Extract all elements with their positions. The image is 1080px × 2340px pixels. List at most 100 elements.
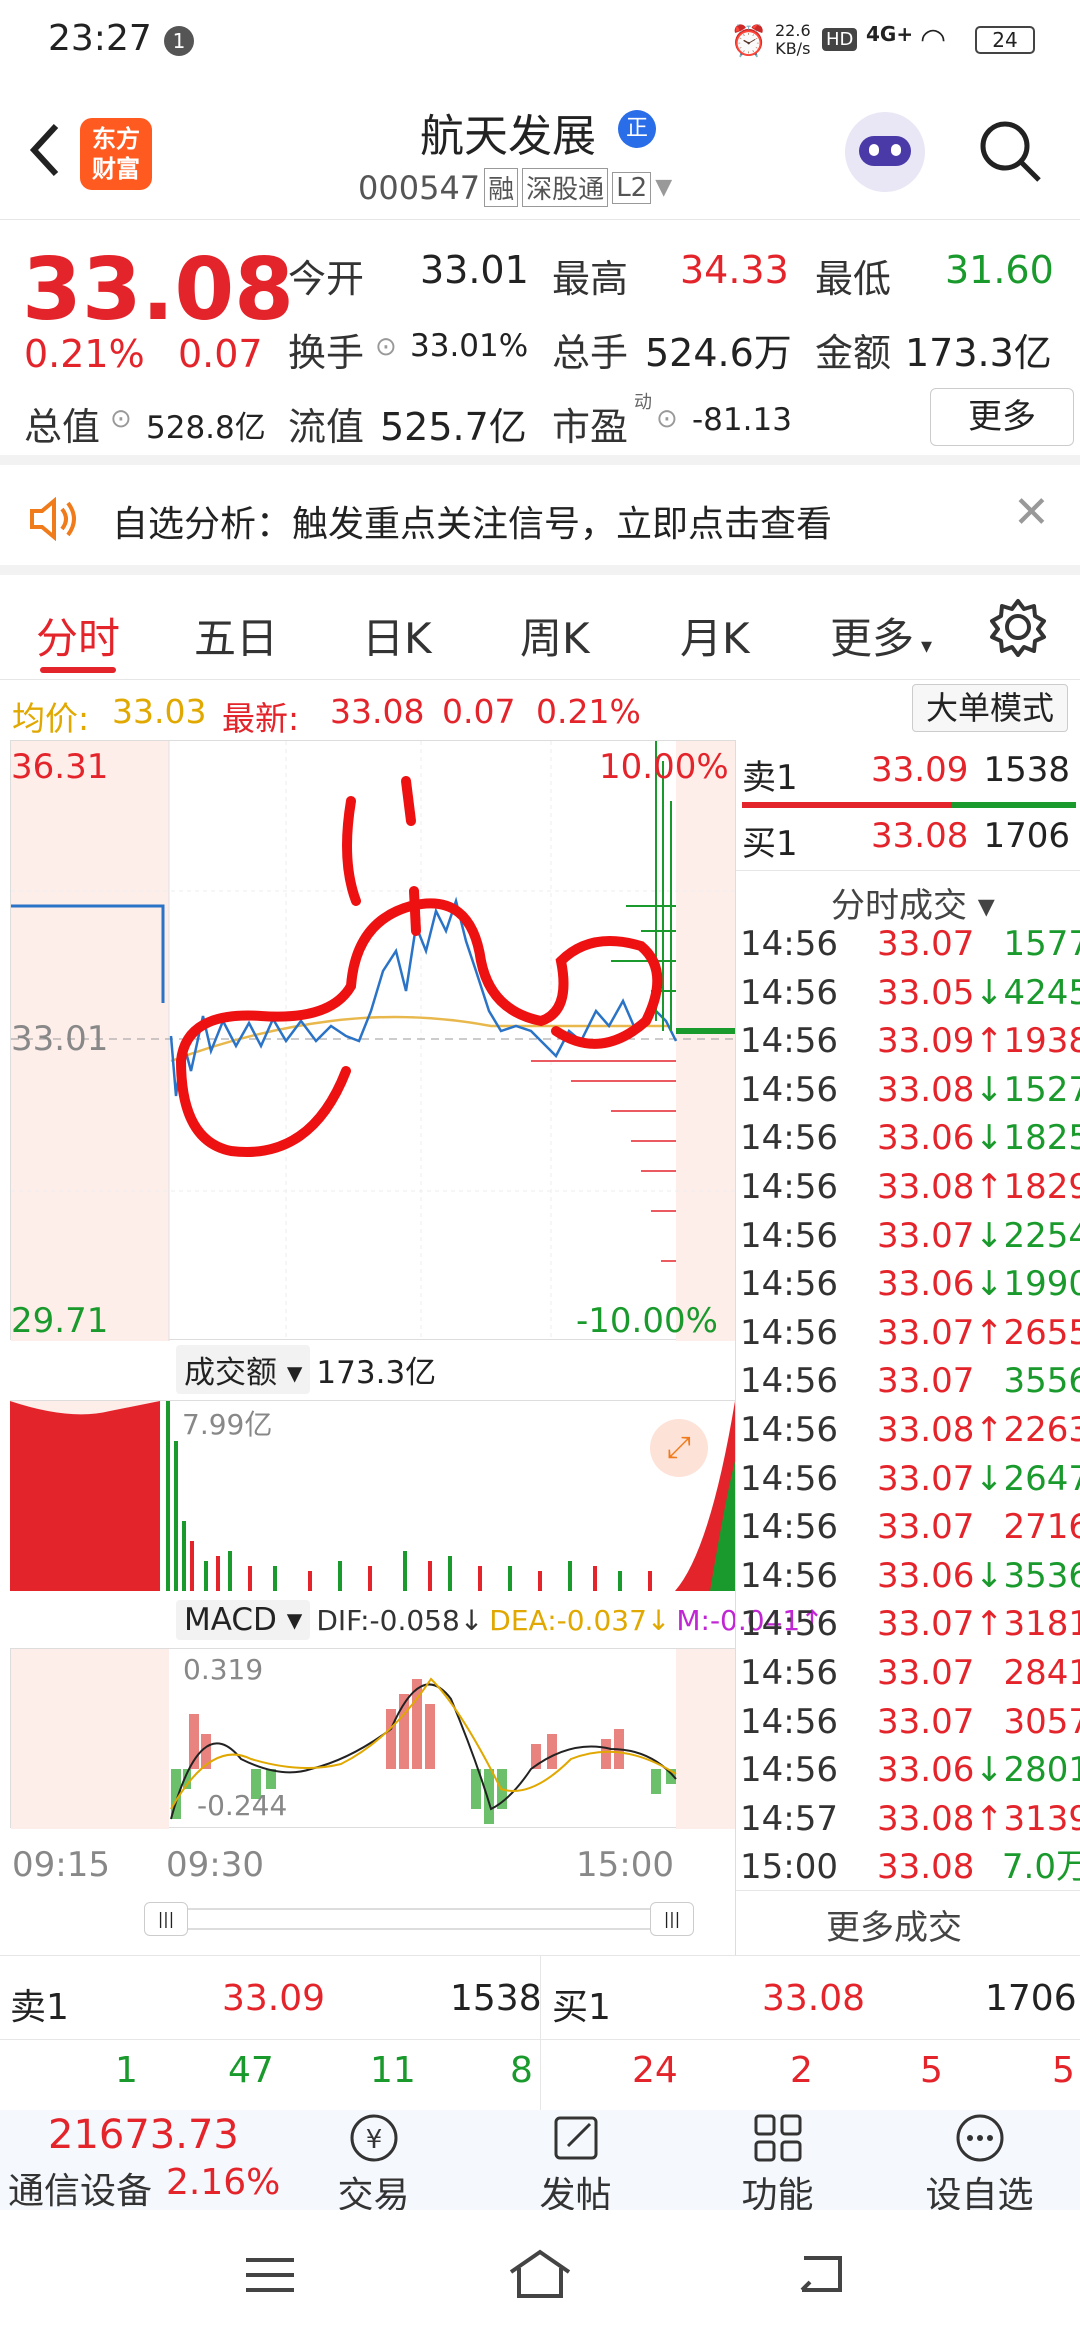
intraday-price-chart[interactable]: 36.31 10.00% 33.01 29.71 -10.00%	[10, 740, 736, 1341]
robot-assistant-icon[interactable]	[845, 112, 925, 192]
trade-row: 14:56 33.06 ↓3536	[740, 1552, 1080, 1601]
trade-volume-value: 2647	[1003, 1458, 1080, 1499]
bottom-orderbook: 卖1 33.09 1538 买1 33.08 1706	[0, 1955, 1080, 2111]
trade-row: 14:56 33.07 ↑2655	[740, 1309, 1080, 1358]
trade-row: 14:56 33.07 ↑3181	[740, 1600, 1080, 1649]
trade-time: 14:56	[740, 1507, 838, 1548]
nav-add-watchlist[interactable]: 设自选	[912, 2110, 1047, 2218]
divider	[736, 870, 1080, 871]
mcap-label: 总值	[24, 405, 101, 449]
sector-index[interactable]: 21673.73 通信设备 2.16%	[0, 2110, 285, 2212]
trade-volume: ↓2801	[975, 1746, 1080, 1795]
trade-direction: ↑	[974, 1410, 1004, 1450]
menu-icon[interactable]	[240, 2250, 300, 2300]
volume-header: 成交额 ▾ 173.3亿	[176, 1345, 436, 1394]
tab-daily[interactable]: 日K	[362, 605, 432, 666]
trade-price: 33.07	[877, 1701, 975, 1742]
tag-l2: L2	[612, 171, 652, 204]
bottom-bid-volume: 1706	[985, 1978, 1077, 2019]
app-logo[interactable]: 东方 财富	[80, 118, 152, 190]
more-trades-button[interactable]: 更多成交	[826, 1900, 962, 1949]
trade-volume: 1577	[1003, 920, 1080, 969]
trade-direction: ↑	[974, 1798, 1004, 1839]
trade-row: 14:56 33.06 ↓1990	[740, 1260, 1080, 1309]
back-icon[interactable]	[790, 2248, 850, 2298]
order-count: 5	[920, 2050, 943, 2091]
trade-price: 33.08	[877, 1847, 975, 1888]
volume-selector[interactable]: 成交额 ▾	[176, 1345, 311, 1394]
macd-selector[interactable]: MACD ▾	[176, 1600, 311, 1640]
close-icon[interactable]: ✕	[1013, 487, 1050, 538]
trade-price: 33.06	[877, 1555, 975, 1596]
bottom-ask-volume: 1538	[450, 1978, 542, 2019]
signal-icon: 4G+	[866, 22, 914, 46]
verified-badge: 正	[618, 110, 656, 148]
order-count: 47	[228, 2050, 274, 2091]
trade-time: 14:56	[740, 1410, 838, 1450]
slider-right-handle[interactable]: |||	[650, 1902, 694, 1936]
sector-name: 通信设备	[8, 2171, 153, 2212]
trade-volume: ↓1825	[975, 1114, 1080, 1163]
slider-left-handle[interactable]: |||	[144, 1902, 188, 1936]
pe-value: -81.13	[692, 402, 792, 438]
quote-panel: 33.08 0.21% 0.07 今开 33.01 最高 34.33 最低 31…	[0, 220, 1080, 465]
svg-text:¥: ¥	[365, 2125, 382, 2155]
info-icon[interactable]: ⊙	[656, 404, 678, 434]
trade-volume-value: 4245	[1003, 972, 1080, 1013]
trade-row: 14:56 33.06 ↓2801	[740, 1746, 1080, 1795]
trade-volume-value: 3181	[1003, 1604, 1080, 1645]
volume-value: 524.6万	[645, 331, 792, 375]
low-value: 31.60	[945, 248, 1054, 292]
volume-total: 173.3亿	[316, 1355, 437, 1391]
tab-more[interactable]: 更多 ▾	[830, 605, 932, 666]
expand-icon[interactable]: ⤢	[650, 1419, 708, 1477]
more-button[interactable]: 更多	[930, 388, 1074, 446]
back-arrow-icon[interactable]	[24, 120, 64, 180]
stock-code-row[interactable]: 000547 融 深股通 L2 ▼	[358, 168, 672, 207]
home-icon[interactable]	[505, 2246, 575, 2302]
trade-row: 14:56 33.07 2841	[740, 1649, 1080, 1698]
nav-function[interactable]: 功能	[710, 2110, 845, 2218]
last-value: 33.08	[330, 692, 425, 731]
info-icon[interactable]: ⊙	[110, 404, 132, 434]
trade-row: 14:56 33.08 ↓1527	[740, 1066, 1080, 1115]
trade-volume: ↓4245	[975, 969, 1080, 1018]
amount-value: 173.3亿	[905, 331, 1052, 375]
trade-volume-value: 1527	[1003, 1069, 1080, 1110]
edit-pen-icon	[554, 2116, 597, 2160]
order-count: 8	[510, 2050, 533, 2091]
trade-direction: ↓	[974, 1215, 1004, 1256]
tab-5day[interactable]: 五日	[194, 605, 278, 666]
macd-top-label: 0.319	[183, 1653, 264, 1686]
high-label: 最高	[552, 257, 629, 301]
signal-banner[interactable]: 自选分析：触发重点关注信号，立即点击查看 ✕	[0, 465, 1080, 575]
trade-price: 33.07	[877, 1604, 975, 1645]
nav-post[interactable]: 发帖	[508, 2110, 643, 2218]
header: 东方 财富 航天发展 正 000547 融 深股通 L2 ▼	[0, 80, 1080, 220]
trade-volume: ↑3181	[975, 1600, 1080, 1649]
trade-time: 14:56	[740, 1312, 838, 1353]
time-end: 15:00	[576, 1845, 674, 1885]
nav-trade[interactable]: ¥ 交易	[306, 2110, 441, 2218]
trade-volume-value: 2254	[1003, 1215, 1080, 1256]
info-icon[interactable]: ⊙	[375, 332, 397, 362]
time-start: 09:15	[12, 1845, 110, 1885]
tab-weekly[interactable]: 周K	[520, 605, 590, 666]
big-order-mode-button[interactable]: 大单模式	[912, 684, 1068, 732]
open-label: 今开	[288, 257, 365, 301]
chg-value: 0.07	[442, 692, 516, 731]
trade-direction: ↑	[974, 1604, 1004, 1645]
settings-gear-icon[interactable]	[988, 597, 1048, 657]
trade-volume-value: 2716	[1003, 1507, 1080, 1548]
ask1-label: 卖1	[742, 758, 798, 798]
pct-axis-bottom: -10.00%	[576, 1301, 718, 1341]
time-range-slider[interactable]: ||| |||	[144, 1902, 694, 1936]
bottom-ask-price: 33.09	[222, 1978, 326, 2019]
trade-row: 14:56 33.07 1577	[740, 920, 1080, 969]
stock-title: 航天发展	[420, 111, 596, 162]
tab-intraday[interactable]: 分时	[36, 605, 120, 666]
price-axis-bottom: 29.71	[11, 1301, 109, 1341]
tab-monthly[interactable]: 月K	[680, 605, 750, 666]
search-icon[interactable]	[975, 116, 1047, 188]
trade-time: 14:56	[740, 1215, 838, 1256]
